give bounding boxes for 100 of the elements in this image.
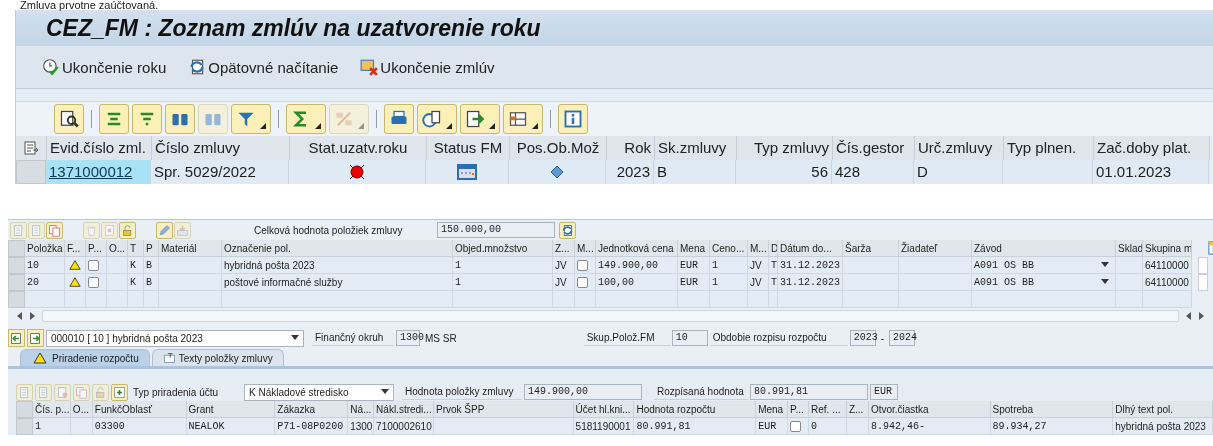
- tab[interactable]: Texty položky zmluvy: [151, 349, 284, 366]
- column-header[interactable]: Číslo zmluvy: [152, 136, 290, 160]
- table-cell: 149.900,00: [596, 257, 678, 274]
- toolbar-button[interactable]: Ukončenie zmlúv: [356, 56, 499, 78]
- column-header[interactable]: M...: [748, 240, 769, 257]
- checkbox[interactable]: [790, 420, 802, 432]
- column-header[interactable]: Typ zmluvy: [737, 136, 833, 160]
- menu-caret-icon[interactable]: [446, 123, 452, 129]
- next-item-button[interactable]: [27, 329, 44, 347]
- column-header[interactable]: Evid.číslo zml.: [47, 136, 152, 160]
- refresh-icon: [188, 58, 207, 76]
- scroll-arrows-icon[interactable]: [16, 311, 36, 320]
- dropdown-caret-icon[interactable]: [381, 389, 389, 395]
- column-header[interactable]: O...: [70, 401, 93, 418]
- column-header[interactable]: Mena: [756, 401, 789, 418]
- toolbar-button[interactable]: Opätovné načítanie: [184, 56, 343, 78]
- table-cell[interactable]: A091 OS BB: [972, 274, 1116, 291]
- menu-caret-icon[interactable]: [260, 123, 266, 129]
- checkbox[interactable]: [88, 276, 99, 288]
- column-header[interactable]: Z...: [846, 401, 869, 418]
- dropdown-caret-icon[interactable]: [291, 335, 299, 341]
- column-header[interactable]: Otvor.čiastka: [868, 401, 991, 418]
- column-header[interactable]: F...: [65, 240, 86, 257]
- column-header[interactable]: P...: [86, 240, 107, 257]
- column-header[interactable]: Prvok ŠPP: [433, 401, 574, 418]
- column-header[interactable]: Zákazka: [275, 401, 349, 418]
- menu-caret-icon[interactable]: [532, 123, 538, 129]
- column-header[interactable]: Účet hl.kni...: [573, 401, 635, 418]
- text-doc-icon: [162, 351, 176, 365]
- column-header[interactable]: Skupina m: [1143, 240, 1192, 257]
- column-header[interactable]: Pos.Ob.Mož: [510, 136, 607, 160]
- table-cell: JV: [553, 257, 575, 274]
- column-header[interactable]: Dátum do...: [778, 240, 843, 257]
- column-header[interactable]: Stat.uzatv.roku: [290, 136, 427, 160]
- column-header[interactable]: Mena: [678, 240, 710, 257]
- column-header[interactable]: Hodnota rozpočtu: [634, 401, 757, 418]
- column-header[interactable]: Z...: [553, 240, 575, 257]
- column-header[interactable]: Čís.gestor: [833, 136, 915, 160]
- checkbox[interactable]: [88, 259, 99, 271]
- table-cell: JV: [553, 274, 575, 291]
- checkbox[interactable]: [577, 276, 588, 288]
- menu-caret-icon[interactable]: [315, 123, 321, 129]
- column-header[interactable]: Jednotková cena: [596, 240, 678, 257]
- assignment-type-dropdown[interactable]: K Nákladové stredisko: [244, 383, 394, 401]
- scrollbar-thumb[interactable]: [1198, 274, 1208, 291]
- column-header[interactable]: Závod: [972, 240, 1116, 257]
- scroll-arrows-icon[interactable]: [1185, 311, 1205, 320]
- refresh-button[interactable]: [559, 221, 576, 239]
- column-header[interactable]: Rok: [607, 136, 655, 160]
- column-header[interactable]: Materiál: [159, 240, 222, 257]
- lock-icon: [94, 385, 107, 399]
- column-header[interactable]: Ná...: [348, 401, 375, 418]
- column-header[interactable]: Sk.zmluvy: [655, 136, 737, 160]
- column-header[interactable]: Status FM: [427, 136, 510, 160]
- column-header[interactable]: Objed.množstvo: [453, 240, 553, 257]
- column-header[interactable]: O...: [107, 240, 128, 257]
- dropdown-caret-icon[interactable]: [1101, 262, 1109, 268]
- table-cell: [159, 291, 222, 308]
- scrollbar-thumb[interactable]: [1198, 257, 1208, 274]
- column-header[interactable]: Ref. ...: [809, 401, 847, 418]
- column-header[interactable]: T: [128, 240, 144, 257]
- column-header[interactable]: P...: [788, 401, 809, 418]
- toolbar-button[interactable]: Ukončenie roku: [38, 56, 171, 78]
- column-header[interactable]: Grant: [186, 401, 276, 418]
- select-all-icon[interactable]: [23, 140, 39, 156]
- contract-number-link[interactable]: 1371000012: [46, 160, 151, 184]
- tab[interactable]: Priradenie rozpočtu: [20, 349, 150, 366]
- table-cell: [678, 291, 710, 308]
- subtotal-icon: [334, 109, 354, 129]
- item-dropdown[interactable]: 000010 [ 10 ] hybridná pošta 2023: [46, 329, 304, 347]
- toolbar-button[interactable]: [460, 104, 500, 134]
- table-cell[interactable]: A091 OS BB: [972, 257, 1116, 274]
- column-header[interactable]: Zač.doby plat.: [1094, 136, 1210, 160]
- toolbar-button[interactable]: [417, 104, 457, 134]
- column-header[interactable]: Urč.zmluvy: [915, 136, 1004, 160]
- toolbar-button[interactable]: [54, 104, 84, 134]
- column-header[interactable]: Nákl.stredi...: [374, 401, 434, 418]
- column-header[interactable]: M...: [575, 240, 596, 257]
- column-header[interactable]: Čís. p...: [32, 401, 71, 418]
- field-label: Hodnota položky zmluvy: [402, 384, 522, 400]
- status-light-icon: [348, 163, 366, 181]
- horizontal-scrollbar[interactable]: [42, 309, 1179, 322]
- checkbox[interactable]: [577, 259, 588, 271]
- column-header[interactable]: Typ plnen.: [1004, 136, 1094, 160]
- column-header[interactable]: Ceno...: [710, 240, 748, 257]
- toolbar-button[interactable]: [503, 104, 543, 134]
- column-header[interactable]: Šarža: [843, 240, 899, 257]
- table-cell: 31.12.2023: [778, 274, 843, 291]
- column-header[interactable]: P: [144, 240, 159, 257]
- column-header[interactable]: Spotreba: [990, 401, 1114, 418]
- column-header[interactable]: Dlhý text pol.: [1113, 401, 1213, 418]
- previous-item-button[interactable]: [8, 329, 25, 347]
- table-cell: EUR: [756, 418, 789, 435]
- column-header[interactable]: Označenie pol.: [222, 240, 453, 257]
- menu-caret-icon[interactable]: [489, 123, 495, 129]
- column-header[interactable]: Sklad: [1116, 240, 1143, 257]
- column-header[interactable]: Žiadateľ: [899, 240, 972, 257]
- column-header[interactable]: Položka: [25, 240, 65, 257]
- dropdown-caret-icon[interactable]: [1101, 279, 1109, 285]
- column-header[interactable]: FunkčOblasť: [92, 401, 187, 418]
